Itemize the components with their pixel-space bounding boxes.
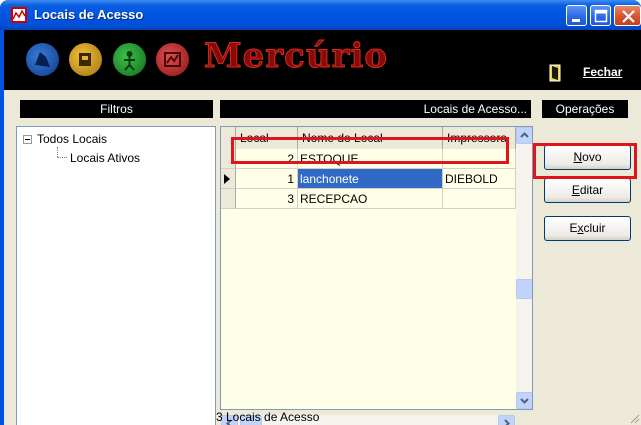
filtros-header: Filtros — [20, 100, 213, 118]
cell-nome[interactable]: RECEPCAO — [298, 189, 443, 209]
editar-button-highlight — [533, 143, 637, 179]
fechar-label: Fechar — [583, 65, 623, 79]
row-indicator — [221, 169, 236, 189]
cell-nome[interactable]: lanchonete — [298, 169, 443, 189]
selected-row-highlight — [231, 137, 509, 164]
row-indicator — [221, 189, 236, 209]
operacoes-header: Operações — [542, 100, 628, 118]
fechar-button[interactable]: Fechar — [549, 64, 639, 82]
editar-button[interactable]: Editar — [544, 178, 631, 203]
door-exit-icon — [549, 64, 561, 82]
banner: Mercúrio Fechar — [4, 30, 641, 90]
editar-accesskey: E — [571, 183, 580, 197]
cell-impressora[interactable] — [443, 189, 516, 209]
maximize-button[interactable] — [590, 5, 611, 26]
excluir-label-post: cluir — [583, 221, 606, 235]
locais-grid[interactable]: Local Nome do Local Impressora 2 ESTOQUE… — [220, 126, 533, 410]
green-app-icon[interactable] — [113, 43, 146, 76]
tree-connector — [57, 157, 67, 158]
yellow-app-icon[interactable] — [69, 43, 102, 76]
red-app-icon[interactable] — [156, 43, 189, 76]
mercurio-logo: Mercúrio — [203, 36, 389, 77]
close-button[interactable] — [614, 5, 641, 26]
status-bar-left — [4, 410, 214, 425]
collapse-toggle-icon[interactable] — [23, 135, 32, 144]
window-client-area: Mercúrio Fechar Filtros Locais de Acesso… — [4, 30, 641, 425]
blue-app-icon[interactable] — [26, 43, 59, 76]
locais-header: Locais de Acesso... — [220, 100, 531, 118]
current-row-arrow-icon — [224, 174, 230, 184]
filter-tree[interactable]: Todos Locais Locais Ativos — [16, 126, 216, 425]
scroll-up-button[interactable] — [516, 127, 532, 144]
excluir-button[interactable]: Excluir — [544, 216, 631, 241]
status-text: 3 Locais de Acesso — [216, 410, 320, 424]
vertical-scrollbar[interactable] — [516, 127, 532, 409]
excluir-label-pre: E — [569, 221, 578, 235]
tree-item-todos-locais[interactable]: Todos Locais — [37, 132, 107, 146]
chevron-down-icon — [520, 398, 529, 404]
title-bar[interactable]: Locais de Acesso — [0, 0, 641, 30]
scroll-down-button[interactable] — [516, 392, 532, 409]
app-icon — [11, 7, 27, 23]
cell-local[interactable]: 1 — [236, 169, 298, 189]
editar-label-post: ditar — [579, 183, 604, 197]
vertical-scroll-thumb[interactable] — [516, 279, 532, 299]
cell-impressora[interactable]: DIEBOLD — [443, 169, 516, 189]
tree-item-locais-ativos[interactable]: Locais Ativos — [70, 151, 140, 165]
minimize-button[interactable] — [566, 5, 587, 26]
window-title: Locais de Acesso — [34, 7, 144, 22]
resize-grip-icon[interactable] — [628, 412, 640, 424]
cell-local[interactable]: 3 — [236, 189, 298, 209]
chevron-up-icon — [520, 132, 529, 138]
tree-connector — [57, 147, 58, 157]
app-window: Locais de Acesso Mercúrio Fechar Filtros… — [0, 0, 641, 425]
